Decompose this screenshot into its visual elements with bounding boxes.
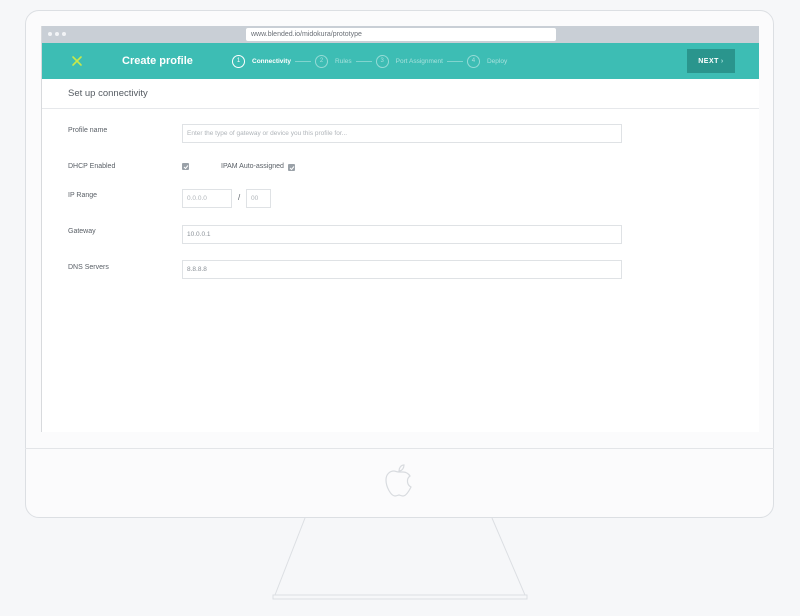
step-deploy[interactable]: 4 Deploy [466, 54, 508, 68]
step-label: Connectivity [252, 57, 292, 65]
ip-range-mask-placeholder: 00 [251, 195, 259, 202]
step-label: Rules [335, 57, 352, 65]
ip-range-mask-input[interactable]: 00 [246, 189, 271, 208]
page-title: Create profile [122, 55, 193, 67]
window-dot-minimize[interactable] [55, 32, 59, 36]
step-label: Port Assignment [395, 57, 443, 65]
checkmark-icon [183, 164, 188, 169]
step-connectivity[interactable]: 1 Connectivity [232, 54, 292, 68]
stepper: 1 Connectivity 2 Rules 3 Port Assignment… [232, 43, 507, 79]
step-number: 1 [232, 54, 245, 68]
step-connector [295, 60, 312, 62]
browser-bar: www.blended.io/midokura/prototype [42, 26, 759, 43]
ipam-checkbox[interactable] [288, 164, 295, 171]
close-x-icon[interactable] [70, 54, 84, 68]
ip-range-address-placeholder: 0.0.0.0 [187, 195, 207, 202]
profile-name-input[interactable]: Enter the type of gateway or device you … [182, 124, 622, 143]
profile-name-placeholder: Enter the type of gateway or device you … [187, 130, 348, 137]
gateway-input[interactable]: 10.0.0.1 [182, 225, 622, 244]
dns-servers-input[interactable]: 8.8.8.8 [182, 260, 622, 279]
step-port-assignment[interactable]: 3 Port Assignment [375, 54, 443, 68]
dhcp-checkbox[interactable] [182, 163, 189, 170]
ipam-label: IPAM Auto-assigned [221, 163, 284, 170]
step-label: Deploy [486, 57, 508, 65]
step-connector [355, 60, 372, 62]
profile-name-label: Profile name [68, 127, 108, 134]
step-number: 4 [466, 54, 480, 68]
ip-range-address-input[interactable]: 0.0.0.0 [182, 189, 232, 208]
window-dot-close[interactable] [48, 32, 52, 36]
window-controls [48, 32, 66, 36]
apple-logo-icon [385, 464, 412, 497]
step-connector [446, 60, 463, 62]
monitor-stand [272, 517, 528, 600]
dhcp-label: DHCP Enabled [68, 163, 116, 170]
step-rules[interactable]: 2 Rules [315, 54, 352, 68]
step-number: 2 [315, 54, 329, 68]
ip-range-separator: / [238, 193, 241, 202]
next-button-label: NEXT [698, 57, 719, 65]
chevron-right-icon: › [720, 57, 724, 65]
address-bar[interactable]: www.blended.io/midokura/prototype [246, 28, 556, 41]
next-button[interactable]: NEXT › [687, 49, 735, 73]
monitor-chin-divider [25, 448, 774, 449]
dns-servers-label: DNS Servers [68, 264, 109, 271]
checkmark-icon [289, 165, 294, 170]
ip-range-label: IP Range [68, 192, 98, 199]
app-header: Create profile 1 Connectivity 2 Rules 3 … [42, 43, 759, 79]
gateway-label: Gateway [68, 228, 96, 235]
step-number: 3 [375, 54, 389, 68]
screen: www.blended.io/midokura/prototype Create… [41, 26, 759, 432]
window-dot-zoom[interactable] [62, 32, 66, 36]
section-title: Set up connectivity [42, 79, 759, 109]
